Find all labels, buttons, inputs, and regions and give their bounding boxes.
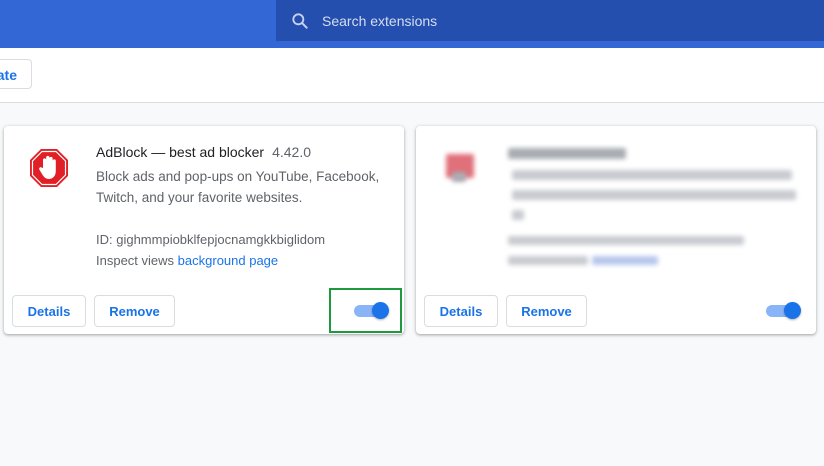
inspect-views: Inspect views background page bbox=[96, 253, 278, 268]
extension-version: 4.42.0 bbox=[272, 144, 312, 160]
search-bar[interactable] bbox=[276, 0, 824, 41]
header-bar bbox=[0, 0, 824, 48]
search-input[interactable] bbox=[322, 10, 802, 32]
extension-description: Block ads and pop-ups on YouTube, Facebo… bbox=[96, 169, 380, 205]
extension-card-blurred: Details Remove bbox=[416, 126, 816, 334]
extension-title: AdBlock — best ad blocker 4.42.0 bbox=[96, 144, 311, 160]
inspect-views-label: Inspect views bbox=[96, 253, 175, 268]
details-button[interactable]: Details bbox=[12, 295, 86, 327]
toggle-highlight-box bbox=[329, 288, 402, 333]
background-page-link[interactable]: background page bbox=[178, 253, 278, 268]
extension-id: ID: gighmmpiobklfepjocnamgkkbiglidom bbox=[96, 232, 326, 247]
enable-toggle[interactable] bbox=[764, 302, 801, 320]
toggle-knob bbox=[784, 302, 801, 319]
search-icon bbox=[292, 13, 308, 29]
update-button[interactable]: Update bbox=[0, 59, 32, 89]
toolbar: Update bbox=[0, 48, 824, 103]
extension-name: AdBlock — best ad blocker bbox=[96, 144, 265, 160]
details-button[interactable]: Details bbox=[424, 295, 498, 327]
remove-button[interactable]: Remove bbox=[506, 295, 587, 327]
adblock-stop-hand-icon bbox=[30, 149, 68, 187]
remove-button[interactable]: Remove bbox=[94, 295, 175, 327]
